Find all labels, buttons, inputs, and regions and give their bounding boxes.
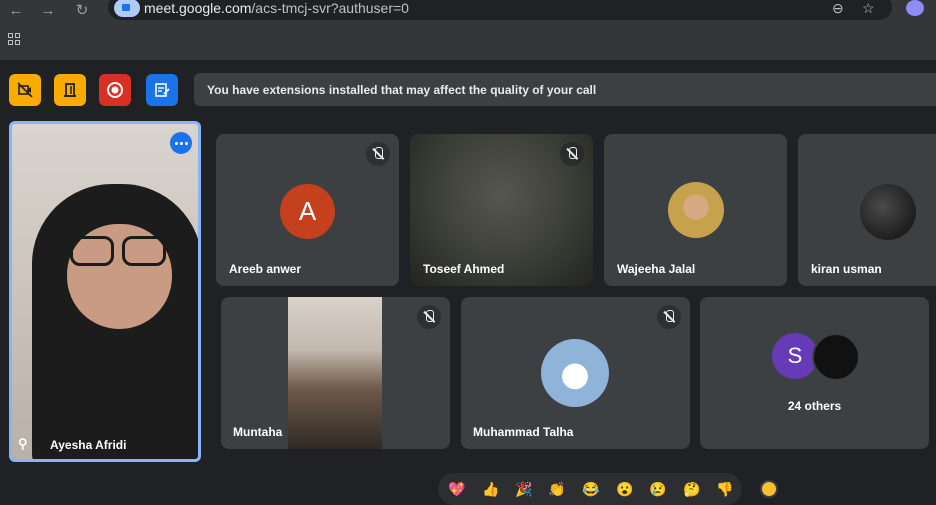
back-button[interactable]: ← — [6, 1, 26, 21]
video-frame-glasses — [70, 236, 170, 266]
forward-button[interactable]: → — [38, 1, 58, 21]
apps-grid-icon[interactable] — [8, 33, 20, 45]
reaction-party-icon[interactable]: 🎉 — [513, 478, 535, 500]
avatar — [541, 339, 609, 407]
url-path: /acs-tmcj-svr?authuser=0 — [251, 0, 409, 16]
participant-tile[interactable]: Muhammad Talha — [461, 297, 690, 449]
participant-name: Areeb anwer — [229, 262, 302, 276]
reaction-thumbs-up-icon[interactable]: 👍 — [480, 478, 502, 500]
participant-name: kiran usman — [811, 262, 882, 276]
avatar — [860, 184, 916, 240]
url-host: meet.google.com — [144, 0, 252, 16]
reaction-surprised-icon[interactable]: 😮 — [614, 478, 636, 500]
avatar: A — [280, 184, 335, 239]
others-tile[interactable]: S 24 others — [700, 297, 929, 449]
notes-icon — [155, 83, 170, 97]
reaction-clap-icon[interactable]: 👏 — [546, 478, 568, 500]
extensions-warning-banner: You have extensions installed that may a… — [194, 73, 936, 106]
bookmark-star-icon[interactable]: ☆ — [862, 0, 875, 17]
mic-off-icon — [560, 142, 584, 166]
others-count: 24 others — [787, 399, 842, 413]
reload-button[interactable]: ↻ — [72, 1, 92, 21]
participant-name: Toseef Ahmed — [423, 262, 505, 276]
address-bar[interactable]: meet.google.com/acs-tmcj-svr?authuser=0 … — [108, 0, 892, 20]
reaction-bar: 💖 👍 🎉 👏 😂 😮 😢 🤔 👎 — [438, 473, 742, 505]
reaction-thinking-icon[interactable]: 🤔 — [681, 478, 703, 500]
pin-icon[interactable]: ⚲ — [18, 436, 32, 452]
notes-button[interactable] — [146, 74, 178, 106]
banner-text: You have extensions installed that may a… — [207, 83, 597, 97]
participant-name: Muntaha — [233, 425, 283, 439]
participant-tile[interactable]: Wajeeha Jalal — [604, 134, 787, 286]
url-text: meet.google.com/acs-tmcj-svr?authuser=0 — [144, 0, 409, 16]
participant-name: Wajeeha Jalal — [617, 262, 696, 276]
browser-toolbar: ← → ↻ meet.google.com/acs-tmcj-svr?authu… — [0, 0, 936, 22]
self-name: Ayesha Afridi — [50, 438, 127, 452]
record-icon — [107, 82, 123, 98]
record-button[interactable] — [99, 74, 131, 106]
mic-off-icon — [657, 305, 681, 329]
mic-off-icon — [417, 305, 441, 329]
more-options-icon[interactable] — [170, 132, 192, 154]
participant-video — [288, 297, 382, 449]
zoom-icon[interactable]: ⊖ — [832, 0, 844, 17]
self-video-tile[interactable]: ⚲ Ayesha Afridi — [9, 121, 201, 462]
reaction-heart-icon[interactable]: 💖 — [446, 478, 468, 500]
no-camera-button[interactable] — [9, 74, 41, 106]
bookmark-bar — [0, 22, 936, 60]
participant-tile[interactable]: Muntaha — [221, 297, 450, 449]
no-camera-icon — [17, 82, 33, 98]
door-icon — [64, 83, 76, 97]
avatar — [668, 182, 724, 238]
reaction-thumbs-down-icon[interactable]: 👎 — [714, 478, 736, 500]
participant-name: Muhammad Talha — [473, 425, 574, 439]
skin-tone-selector-icon[interactable] — [760, 480, 778, 498]
others-avatar-2 — [812, 333, 860, 381]
reaction-cry-icon[interactable]: 😢 — [647, 478, 669, 500]
participant-tile[interactable]: A Areeb anwer — [216, 134, 399, 286]
profile-avatar-icon[interactable] — [906, 0, 924, 16]
reaction-laugh-icon[interactable]: 😂 — [580, 478, 602, 500]
leave-room-button[interactable] — [54, 74, 86, 106]
mic-off-icon — [366, 142, 390, 166]
participant-tile[interactable]: Toseef Ahmed — [410, 134, 593, 286]
participant-tile[interactable]: kiran usman — [798, 134, 936, 286]
site-info-icon[interactable] — [114, 0, 140, 17]
